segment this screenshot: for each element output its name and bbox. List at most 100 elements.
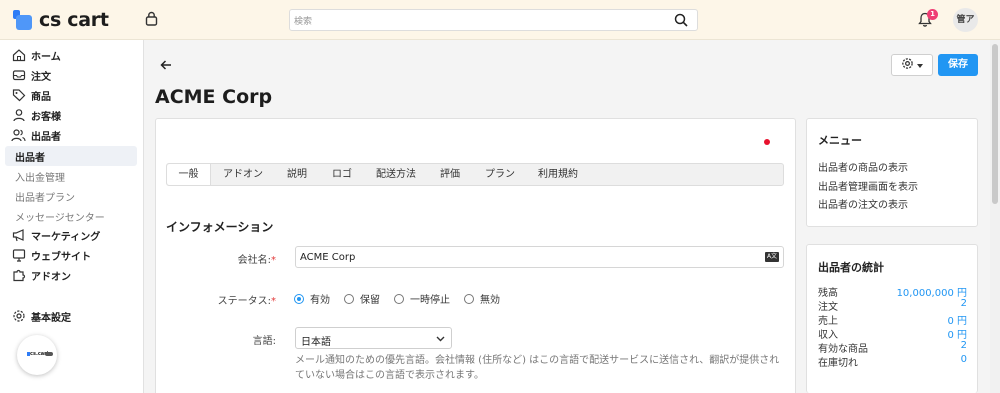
notification-badge: 1 <box>927 9 938 20</box>
save-button[interactable]: 保存 <box>938 54 978 76</box>
search-icon[interactable] <box>674 13 688 30</box>
radio-disabled[interactable] <box>464 293 474 304</box>
back-arrow-icon[interactable] <box>159 58 173 75</box>
sidebar-item-addons[interactable]: アドオン <box>5 266 137 284</box>
sidebar-item-marketing[interactable]: マーケティング <box>5 226 137 244</box>
radio-suspended[interactable] <box>394 293 404 304</box>
stat-label: 注文 <box>818 302 838 313</box>
tab-general[interactable]: 一般 <box>167 164 211 185</box>
sidebar-item-website[interactable]: ウェブサイト <box>5 246 137 264</box>
scrollbar-thumb[interactable] <box>992 44 998 204</box>
tab-description[interactable]: 説明 <box>287 164 307 185</box>
language-value: 日本語 <box>301 337 331 348</box>
status-label-text: ステータス: <box>217 296 271 307</box>
sidebar-item-settings[interactable]: 基本設定 <box>5 307 137 325</box>
sidebar-item-orders[interactable]: 注文 <box>5 66 137 84</box>
radio-active[interactable] <box>294 293 304 304</box>
avatar[interactable]: 管ア <box>953 8 978 32</box>
gear-icon <box>11 309 26 323</box>
page-title: ACME Corp <box>155 86 273 108</box>
lock-icon[interactable] <box>145 11 158 29</box>
logo-text: cs cart <box>39 9 109 31</box>
stat-label: 売上 <box>818 316 838 327</box>
floating-logo-button[interactable]: cs.cart <box>17 335 57 375</box>
chevron-down-icon <box>436 334 445 345</box>
company-label-text: 会社名: <box>237 255 271 266</box>
status-option-pending[interactable]: 保留 <box>344 291 380 306</box>
gear-icon <box>901 57 914 73</box>
sidebar-item-label: ウェブサイト <box>31 251 91 263</box>
link-vendor-orders[interactable]: 出品者の注文の表示 <box>818 196 908 211</box>
tag-icon <box>11 88 26 102</box>
sidebar-item-vendors-list[interactable]: 出品者 <box>5 146 137 166</box>
tab-logos[interactable]: ロゴ <box>332 164 352 185</box>
stat-label: 残高 <box>818 288 838 299</box>
puzzle-icon <box>11 268 26 282</box>
stat-label: 有効な商品 <box>818 344 868 355</box>
translate-icon[interactable]: A文 <box>765 252 779 262</box>
menu-panel: メニュー 出品者の商品の表示 出品者管理画面を表示 出品者の注文の表示 <box>806 118 978 227</box>
sidebar-item-home[interactable]: ホーム <box>5 46 137 64</box>
status-option-label: 有効 <box>310 295 330 306</box>
sidebar-subitem-payouts[interactable]: 入出金管理 <box>15 169 65 184</box>
status-option-suspended[interactable]: 一時停止 <box>394 291 450 306</box>
sidebar-item-vendors[interactable]: 出品者 <box>5 126 137 144</box>
stats-panel-title: 出品者の統計 <box>818 261 884 274</box>
status-option-disabled[interactable]: 無効 <box>464 291 500 306</box>
status-option-label: 保留 <box>360 295 380 306</box>
sidebar-item-customers[interactable]: お客様 <box>5 106 137 124</box>
language-select[interactable]: 日本語 <box>295 327 452 349</box>
inbox-icon <box>11 68 26 82</box>
radio-pending[interactable] <box>344 293 354 304</box>
settings-dropdown-button[interactable] <box>891 54 933 76</box>
stat-value-sales[interactable]: 0 円 <box>947 312 967 327</box>
page-scrollbar[interactable] <box>990 40 1000 393</box>
sidebar-item-label: マーケティング <box>31 231 101 243</box>
status-option-label: 無効 <box>480 295 500 306</box>
sidebar-subitem-message-center[interactable]: メッセージセンター <box>15 209 105 224</box>
caret-down-icon <box>917 60 923 71</box>
link-vendor-admin[interactable]: 出品者管理画面を表示 <box>818 178 918 193</box>
sidebar-item-label: 注文 <box>31 71 51 83</box>
language-flag-icon[interactable] <box>764 139 770 145</box>
top-bar: cs cart 検索 1 管ア <box>0 0 1000 40</box>
tab-reviews[interactable]: 評価 <box>440 164 460 185</box>
home-icon <box>11 48 26 62</box>
search-placeholder: 検索 <box>294 17 313 27</box>
tab-shipping-methods[interactable]: 配送方法 <box>376 164 416 185</box>
user-icon <box>11 108 26 122</box>
company-name-field[interactable]: ACME Corp A文 <box>295 246 784 268</box>
vendor-form-card: 一般 アドオン 説明 ロゴ 配送方法 評価 プラン 利用規約 インフォメーション… <box>155 118 796 393</box>
stat-value-orders[interactable]: 2 <box>961 298 967 309</box>
sidebar-item-products[interactable]: 商品 <box>5 86 137 104</box>
stats-panel: 出品者の統計 残高 10,000,000 円 注文 2 売上 0 円 収入 0 … <box>806 244 978 393</box>
stat-label: 在庫切れ <box>818 358 858 369</box>
sidebar: ホーム 注文 商品 お客様 出品者 出品者 入出金管理 出品者プラン メッセージ… <box>0 40 144 393</box>
stat-value-out-of-stock[interactable]: 0 <box>961 354 967 365</box>
megaphone-icon <box>11 228 26 242</box>
link-vendor-products[interactable]: 出品者の商品の表示 <box>818 159 908 174</box>
company-name-value: ACME Corp <box>300 252 356 263</box>
sidebar-item-label: 基本設定 <box>31 312 71 324</box>
status-option-active[interactable]: 有効 <box>294 291 330 306</box>
stat-value-income[interactable]: 0 円 <box>947 326 967 341</box>
stat-value-active-products[interactable]: 2 <box>961 340 967 351</box>
language-label: 言語: <box>252 336 276 347</box>
users-icon <box>11 128 26 142</box>
sidebar-item-label: 出品者 <box>31 131 61 143</box>
logo-mark <box>13 10 33 30</box>
stat-value-balance[interactable]: 10,000,000 円 <box>897 284 967 299</box>
sidebar-item-label: お客様 <box>31 111 61 123</box>
mini-logo-pill <box>45 352 53 356</box>
tab-terms[interactable]: 利用規約 <box>538 164 578 185</box>
company-label: 会社名:* <box>237 255 276 266</box>
tab-plans[interactable]: プラン <box>485 164 515 185</box>
logo[interactable]: cs cart <box>13 10 109 30</box>
monitor-icon <box>11 248 26 262</box>
search-input[interactable]: 検索 <box>289 9 698 31</box>
status-radio-group: 有効 保留 一時停止 無効 <box>294 291 514 306</box>
sidebar-subitem-vendor-plans[interactable]: 出品者プラン <box>15 189 75 204</box>
tab-addons[interactable]: アドオン <box>223 164 263 185</box>
menu-panel-title: メニュー <box>818 134 862 147</box>
sidebar-item-label: ホーム <box>31 51 61 63</box>
